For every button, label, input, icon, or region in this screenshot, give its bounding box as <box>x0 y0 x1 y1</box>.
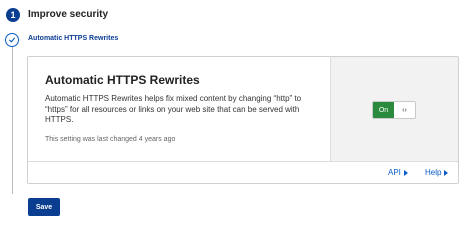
step-connector-line <box>12 44 13 194</box>
step-number: 1 <box>10 10 16 20</box>
setting-card: Automatic HTTPS Rewrites Automatic HTTPS… <box>27 56 459 184</box>
setting-section-title: Automatic HTTPS Rewrites <box>28 35 119 42</box>
caret-right-icon <box>403 170 408 176</box>
help-link[interactable]: Help <box>425 168 449 178</box>
api-link[interactable]: API <box>388 168 408 178</box>
last-changed-text: This setting was last changed 4 years ag… <box>45 135 176 143</box>
toggle-on-label: On <box>373 102 394 118</box>
setting-card-description: Automatic HTTPS Rewrites helps fix mixed… <box>45 94 302 124</box>
toggle-knob-icon: ‹› <box>394 102 415 118</box>
setting-card-footer: API Help <box>28 161 458 183</box>
step-number-badge: 1 <box>6 8 20 22</box>
settings-page: 1 Improve security Automatic HTTPS Rewri… <box>0 0 474 222</box>
setting-control-panel: On ‹› <box>330 57 458 161</box>
caret-right-icon <box>444 170 449 176</box>
help-link-label: Help <box>425 168 442 177</box>
setting-card-body: Automatic HTTPS Rewrites Automatic HTTPS… <box>28 57 330 161</box>
api-link-label: API <box>388 168 401 177</box>
check-icon <box>5 33 19 47</box>
https-rewrites-toggle[interactable]: On ‹› <box>372 101 416 119</box>
setting-card-title: Automatic HTTPS Rewrites <box>45 73 200 87</box>
save-button[interactable]: Save <box>28 198 60 216</box>
step-title: Improve security <box>28 9 109 20</box>
